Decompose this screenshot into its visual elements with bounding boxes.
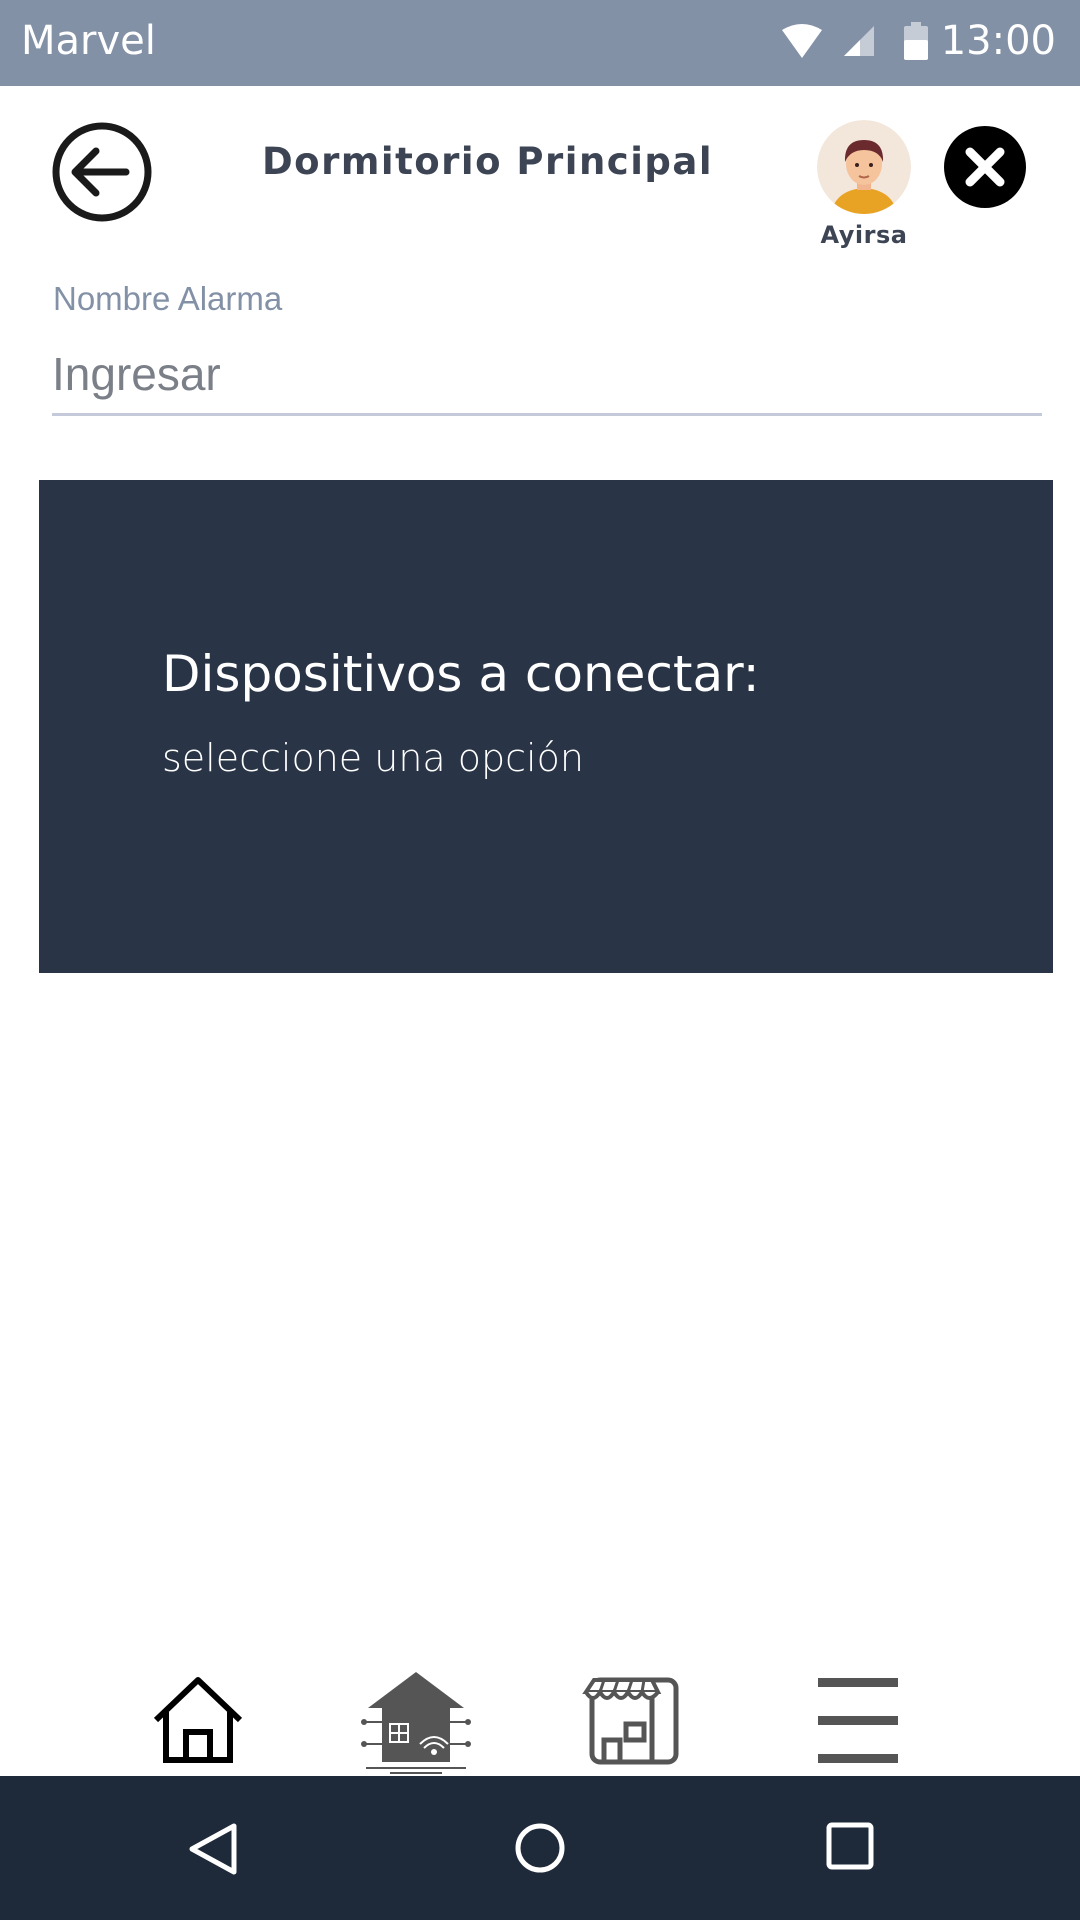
avatar[interactable] <box>817 120 911 214</box>
page-title: Dormitorio Principal <box>261 140 714 183</box>
devices-select-panel[interactable]: Dispositivos a conectar: seleccione una … <box>39 480 1053 973</box>
system-nav-bar <box>0 1776 1080 1920</box>
home-icon <box>153 1677 243 1763</box>
battery-icon <box>904 22 928 60</box>
back-triangle-icon[interactable] <box>186 1822 240 1876</box>
devices-panel-subtitle: seleccione una opción <box>162 736 584 780</box>
nav-store[interactable] <box>582 1660 682 1776</box>
arrow-left-circle-icon <box>52 122 152 222</box>
close-icon <box>965 147 1005 187</box>
nav-smart-home[interactable] <box>360 1660 472 1776</box>
alarm-name-input[interactable] <box>52 335 1042 416</box>
recents-square-icon[interactable] <box>825 1821 875 1871</box>
home-circle-icon[interactable] <box>513 1821 567 1875</box>
menu-icon <box>818 1678 898 1763</box>
smart-home-icon <box>361 1672 471 1774</box>
close-button[interactable] <box>944 126 1026 208</box>
cell-signal-icon <box>844 26 874 56</box>
user-name: Ayirsa <box>820 221 908 249</box>
alarm-name-label: Nombre Alarma <box>53 280 283 317</box>
status-bar: Marvel 13:00 <box>0 0 1080 86</box>
back-button[interactable] <box>50 120 154 224</box>
nav-menu[interactable] <box>818 1660 898 1776</box>
wifi-icon <box>782 24 822 58</box>
status-app-name: Marvel <box>21 18 156 64</box>
status-time: 13:00 <box>940 18 1056 64</box>
store-icon <box>582 1677 679 1765</box>
avatar-icon <box>817 120 911 214</box>
nav-home[interactable] <box>150 1660 246 1776</box>
devices-panel-title: Dispositivos a conectar: <box>162 645 760 703</box>
bottom-nav <box>0 1660 1080 1776</box>
